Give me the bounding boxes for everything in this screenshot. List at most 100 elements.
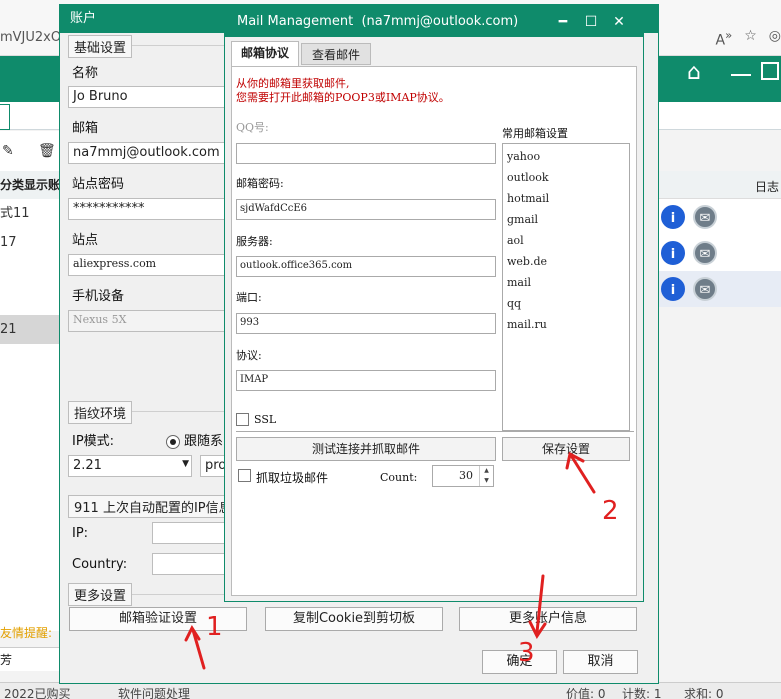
mail-management-dialog: Mail Management (na7mmj@outlook.com) ━ ☐… <box>224 6 644 602</box>
server-input[interactable]: outlook.office365.com <box>236 256 496 277</box>
minimize-icon[interactable]: ━ <box>549 7 577 37</box>
group-911-label: 911 上次自动配置的IP信息 <box>68 495 238 518</box>
server-label: 服务器: <box>236 235 273 248</box>
browser-toolbar-icons: A» ☆ ◎ <box>716 28 781 49</box>
maximize-icon[interactable] <box>761 62 779 80</box>
table-row[interactable]: i ✉ <box>657 235 781 271</box>
list-item[interactable]: gmail <box>503 209 629 230</box>
info-icon[interactable]: i <box>661 205 685 229</box>
mail-icon[interactable]: ✉ <box>693 205 717 229</box>
list-item[interactable] <box>0 286 60 315</box>
device-label: 手机设备 <box>72 289 125 304</box>
count-label: Count: <box>380 471 418 484</box>
maximize-icon[interactable]: ☐ <box>577 7 605 37</box>
stepper-arrows-icon[interactable]: ▲ ▼ <box>479 466 493 486</box>
list-item[interactable]: 式11 <box>0 199 60 228</box>
favorite-icon[interactable]: ☆ <box>744 28 757 49</box>
read-aloud-icon[interactable]: A» <box>716 28 733 49</box>
name-input[interactable]: Jo Bruno <box>68 86 238 108</box>
list-item[interactable]: aol <box>503 230 629 251</box>
table-row[interactable]: i ✉ <box>657 199 781 235</box>
ip-input[interactable] <box>152 522 232 544</box>
site-select[interactable]: aliexpress.com <box>68 254 238 276</box>
status-tab-issues[interactable]: 软件问题处理 <box>118 685 190 699</box>
home-icon[interactable]: ⌂ <box>687 60 717 90</box>
list-item[interactable]: mail <box>503 272 629 293</box>
account-list-header: 分类显示账号 <box>0 171 60 199</box>
name-label: 名称 <box>72 66 99 81</box>
count-value: 30 <box>459 469 473 482</box>
qq-label: QQ号: <box>236 121 269 134</box>
mail-dialog-title: Mail Management (na7mmj@outlook.com) <box>237 14 519 29</box>
ip-label: IP: <box>72 526 89 541</box>
info-icon[interactable]: i <box>661 241 685 265</box>
junk-mail-label: 抓取垃圾邮件 <box>256 471 329 485</box>
ip-version-select[interactable]: 2.21 ▼ <box>68 455 192 477</box>
password-input[interactable]: sjdWafdCcE6 <box>236 199 496 220</box>
provider-list[interactable]: yahoo outlook hotmail gmail aol web.de m… <box>502 143 630 431</box>
ip-mode-radio[interactable] <box>166 435 180 449</box>
extensions-icon[interactable]: ◎ <box>769 28 781 49</box>
address-bar-fragment[interactable]: mVJU2xO <box>0 30 61 45</box>
junk-mail-checkbox[interactable] <box>238 469 251 482</box>
more-account-info-button[interactable]: 更多账户信息 <box>459 607 637 631</box>
minimize-icon[interactable] <box>731 74 751 76</box>
bottom-row: 芳 <box>0 647 60 671</box>
save-settings-button[interactable]: 保存设置 <box>502 437 630 461</box>
list-item[interactable] <box>0 257 60 286</box>
app-toolbar: ✎ 🗑 <box>0 131 60 171</box>
port-label: 端口: <box>236 291 262 304</box>
list-item[interactable]: outlook <box>503 167 629 188</box>
ssl-label: SSL <box>254 413 277 426</box>
mail-icon[interactable]: ✉ <box>693 241 717 265</box>
edit-icon[interactable]: ✎ <box>2 143 14 159</box>
ip-version-value: 2.21 <box>73 458 102 473</box>
list-item[interactable]: 17 <box>0 228 60 257</box>
log-column-header: 日志 <box>657 171 781 199</box>
annotation-2: 2 <box>602 496 619 526</box>
notice-line-2: 您需要打开此邮箱的POOP3或IMAP协议。 <box>236 91 450 104</box>
qq-input[interactable] <box>236 143 496 164</box>
list-item-selected[interactable]: 21 <box>0 315 60 344</box>
info-icon[interactable]: i <box>661 277 685 301</box>
tab-mail-protocol[interactable]: 邮箱协议 <box>231 41 299 67</box>
close-icon[interactable]: ✕ <box>605 7 633 37</box>
table-row[interactable]: i ✉ <box>657 271 781 307</box>
protocol-input[interactable]: IMAP <box>236 370 496 391</box>
list-item[interactable]: yahoo <box>503 146 629 167</box>
log-header-label: 日志 <box>754 180 779 194</box>
annotation-3: 3 <box>518 638 535 668</box>
group-fingerprint-label: 指纹环境 <box>68 401 133 424</box>
common-settings-label: 常用邮箱设置 <box>502 127 568 140</box>
test-connection-button[interactable]: 测试连接并抓取邮件 <box>236 437 496 461</box>
email-input[interactable]: na7mmj@outlook.com <box>68 142 238 164</box>
port-input[interactable]: 993 <box>236 313 496 334</box>
list-item[interactable]: qq <box>503 293 629 314</box>
chevron-down-icon[interactable]: ▼ <box>182 459 189 469</box>
list-item[interactable]: web.de <box>503 251 629 272</box>
copy-cookie-button[interactable]: 复制Cookie到剪切板 <box>265 607 443 631</box>
site-password-label: 站点密码 <box>72 177 125 192</box>
tab-view-mail[interactable]: 查看邮件 <box>301 43 371 65</box>
device-input: Nexus 5X <box>68 310 238 332</box>
ip-mode-label: IP模式: <box>72 434 115 449</box>
status-tab-purchased[interactable]: 2022已购买 <box>4 685 71 699</box>
ssl-checkbox[interactable] <box>236 413 249 426</box>
app-tab[interactable] <box>0 104 10 130</box>
mail-protocol-panel: 从你的邮箱里获取邮件, 您需要打开此邮箱的POOP3或IMAP协议。 QQ号: … <box>231 66 637 596</box>
group-more-label: 更多设置 <box>68 583 133 606</box>
list-item[interactable]: hotmail <box>503 188 629 209</box>
cancel-button[interactable]: 取消 <box>563 650 638 674</box>
delete-icon[interactable]: 🗑 <box>38 143 56 159</box>
list-item[interactable]: mail.ru <box>503 314 629 335</box>
mail-icon[interactable]: ✉ <box>693 277 717 301</box>
separator <box>236 431 634 432</box>
country-input[interactable] <box>152 553 232 575</box>
status-value-b: 计数: 1 <box>622 687 662 699</box>
count-stepper[interactable]: 30 ▲ ▼ <box>432 465 494 487</box>
status-bar: 2022已购买 软件问题处理 价值: 0 计数: 1 求和: 0 <box>0 682 781 699</box>
ip-mode-option: 跟随系 <box>184 434 224 449</box>
notice-label: 友情提醒: <box>0 626 53 640</box>
protocol-label: 协议: <box>236 349 262 362</box>
site-password-input[interactable]: *********** <box>68 198 238 220</box>
